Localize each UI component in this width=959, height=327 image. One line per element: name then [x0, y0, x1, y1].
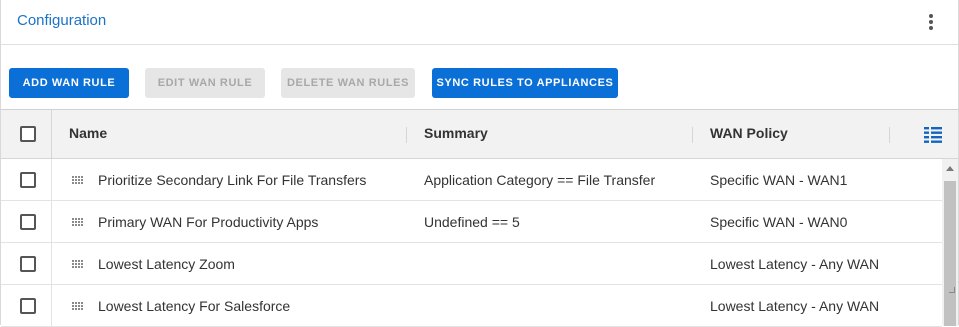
- column-header-summary[interactable]: Summary: [424, 125, 488, 141]
- column-header-wan-policy[interactable]: WAN Policy: [710, 125, 788, 141]
- rule-name: Lowest Latency For Salesforce: [98, 298, 291, 314]
- row-checkbox[interactable]: [20, 298, 36, 314]
- table-row[interactable]: Lowest Latency For Salesforce Lowest Lat…: [1, 285, 942, 327]
- rule-summary: Application Category == File Transfer: [424, 172, 656, 188]
- columns-icon[interactable]: [923, 126, 943, 144]
- rule-name: Primary WAN For Productivity Apps: [98, 214, 319, 230]
- wan-rules-table: Name Summary WAN Policy Prioritize Secon…: [1, 109, 958, 327]
- edit-wan-rule-button[interactable]: EDIT WAN RULE: [145, 68, 265, 98]
- column-divider[interactable]: [889, 127, 890, 143]
- row-checkbox[interactable]: [20, 214, 36, 230]
- row-checkbox[interactable]: [20, 256, 36, 272]
- rule-name: Lowest Latency Zoom: [98, 256, 235, 272]
- panel-title: Configuration: [17, 12, 107, 29]
- row-checkbox-cell: [1, 159, 52, 201]
- table-row[interactable]: Prioritize Secondary Link For File Trans…: [1, 159, 942, 201]
- row-checkbox-cell: [1, 201, 52, 243]
- row-checkbox-cell: [1, 285, 52, 327]
- rule-name: Prioritize Secondary Link For File Trans…: [98, 172, 367, 188]
- rule-summary: Undefined == 5: [424, 214, 520, 230]
- panel-header: Configuration: [1, 0, 958, 45]
- rule-wan-policy: Specific WAN - WAN0: [710, 214, 848, 230]
- sync-rules-button[interactable]: SYNC RULES TO APPLIANCES: [432, 68, 618, 98]
- row-checkbox-cell: [1, 243, 52, 285]
- scroll-up-arrow-icon[interactable]: [946, 166, 954, 171]
- rule-wan-policy: Lowest Latency - Any WAN: [710, 256, 880, 272]
- rule-wan-policy: Specific WAN - WAN1: [710, 172, 848, 188]
- column-divider[interactable]: [406, 127, 407, 143]
- add-wan-rule-button[interactable]: ADD WAN RULE: [9, 68, 129, 98]
- table-row[interactable]: Primary WAN For Productivity Apps Undefi…: [1, 201, 942, 243]
- row-checkbox[interactable]: [20, 172, 36, 188]
- rule-wan-policy: Lowest Latency - Any WAN: [710, 298, 880, 314]
- scrollbar-thumb[interactable]: [944, 181, 956, 326]
- more-options-icon[interactable]: [922, 12, 940, 32]
- drag-handle-icon[interactable]: [72, 176, 84, 185]
- table-header: Name Summary WAN Policy: [1, 110, 958, 159]
- configuration-panel: Configuration ADD WAN RULE EDIT WAN RULE…: [0, 0, 959, 327]
- resize-grip-icon[interactable]: [949, 287, 955, 293]
- column-divider[interactable]: [692, 127, 693, 143]
- vertical-scrollbar[interactable]: [942, 159, 958, 326]
- column-header-name[interactable]: Name: [69, 125, 107, 141]
- drag-handle-icon[interactable]: [72, 260, 84, 269]
- header-checkbox-cell: [1, 110, 52, 159]
- select-all-checkbox[interactable]: [20, 126, 36, 142]
- drag-handle-icon[interactable]: [72, 218, 84, 227]
- table-row[interactable]: Lowest Latency Zoom Lowest Latency - Any…: [1, 243, 942, 285]
- delete-wan-rules-button[interactable]: DELETE WAN RULES: [281, 68, 415, 98]
- drag-handle-icon[interactable]: [72, 302, 84, 311]
